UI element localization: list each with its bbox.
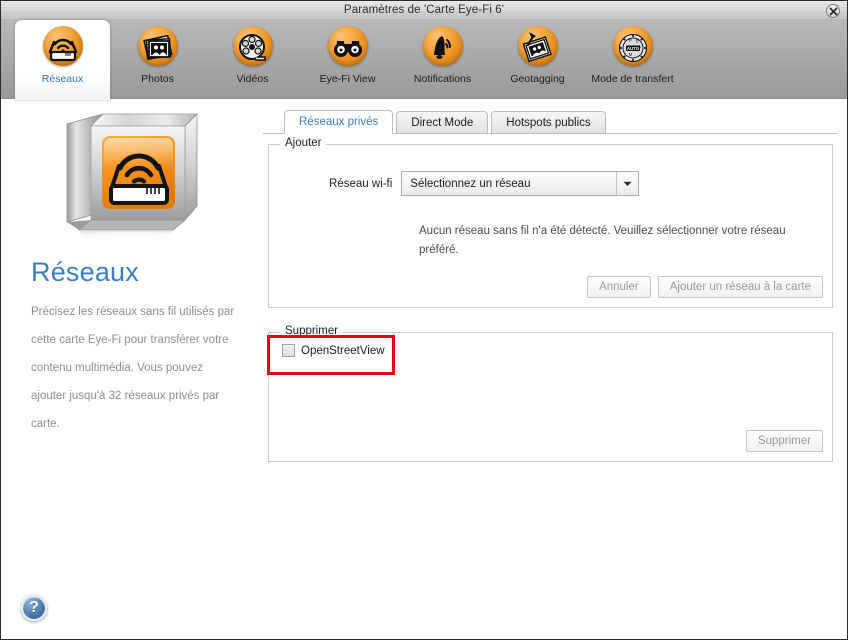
pinned-photo-icon	[516, 26, 560, 70]
tab-reseaux-prives[interactable]: Réseaux privés	[284, 110, 394, 134]
film-reel-icon	[231, 26, 275, 70]
toolbar-label: Photos	[141, 73, 174, 85]
toolbar-item-notifications[interactable]: Notifications	[395, 20, 490, 99]
remove-button[interactable]: Supprimer	[745, 430, 823, 452]
main-toolbar: Réseaux Photos Vidéos Eye-Fi View Notifi…	[1, 20, 847, 100]
close-icon	[829, 7, 837, 15]
bell-icon	[421, 26, 465, 70]
wifi-network-selected-value: Sélectionnez un réseau	[410, 177, 531, 190]
remove-network-group: Supprimer OpenStreetView Supprimer	[268, 325, 833, 462]
toolbar-item-reseaux[interactable]: Réseaux	[15, 20, 110, 100]
sidebar-panel: Réseaux Précisez les réseaux sans fil ut…	[1, 99, 263, 639]
wifi-network-select[interactable]: Sélectionnez un réseau	[401, 171, 640, 196]
tab-label: Direct Mode	[411, 116, 474, 129]
toolbar-item-mode-transfert[interactable]: AUTO P S A M Mode de transfert	[585, 20, 680, 99]
wifi-network-label: Réseau wi-fi	[329, 177, 393, 190]
title-bar: Paramètres de 'Carte Eye-Fi 6'	[1, 1, 847, 20]
wifi-network-field-row: Réseau wi-fi Sélectionnez un réseau	[269, 171, 832, 196]
add-group-buttons: Annuler Ajouter un réseau à la carte	[587, 276, 823, 298]
network-list-item[interactable]: OpenStreetView	[269, 333, 832, 357]
toolbar-item-videos[interactable]: Vidéos	[205, 20, 300, 99]
sidebar-description: Précisez les réseaux sans fil utilisés p…	[31, 306, 235, 430]
toolbar-label: Vidéos	[236, 73, 269, 85]
toolbar-item-eyefi-view[interactable]: Eye-Fi View	[300, 20, 395, 99]
cancel-button[interactable]: Annuler	[587, 276, 651, 298]
tab-label: Réseaux privés	[299, 116, 379, 128]
photos-stack-icon	[136, 26, 180, 70]
toolbar-item-photos[interactable]: Photos	[110, 20, 205, 99]
window-title: Paramètres de 'Carte Eye-Fi 6'	[343, 4, 505, 16]
chevron-down-icon	[616, 172, 638, 195]
toolbar-label: Mode de transfert	[591, 73, 674, 85]
window-body: Réseaux Précisez les réseaux sans fil ut…	[1, 99, 847, 639]
no-network-hint: Aucun réseau sans fil n'a été détecté. V…	[419, 225, 786, 256]
tab-hotspots-publics[interactable]: Hotspots publics	[491, 111, 606, 134]
toolbar-label: Réseaux	[41, 73, 84, 85]
add-network-button[interactable]: Ajouter un réseau à la carte	[657, 276, 823, 298]
toolbar-label: Notifications	[413, 73, 472, 85]
close-button[interactable]	[826, 4, 840, 18]
svg-text:M: M	[628, 52, 632, 57]
svg-text:S: S	[635, 39, 638, 44]
binoculars-icon	[326, 26, 370, 70]
page-title: Réseaux	[31, 257, 139, 287]
wifi-router-icon	[41, 26, 85, 70]
add-group-legend: Ajouter	[280, 137, 327, 149]
toolbar-label: Geotagging	[510, 73, 565, 85]
tab-label: Hotspots publics	[506, 116, 591, 129]
tab-direct-mode[interactable]: Direct Mode	[396, 111, 489, 134]
mode-dial-icon: AUTO P S A M	[611, 26, 655, 70]
tab-bar: Réseaux privés Direct Mode Hotspots publ…	[263, 110, 837, 134]
remove-group-buttons: Supprimer	[745, 430, 823, 452]
wifi-router-3d-icon	[66, 113, 198, 244]
svg-text:A: A	[638, 44, 641, 49]
network-name-label: OpenStreetView	[301, 344, 385, 357]
add-network-group: Ajouter Réseau wi-fi Sélectionnez un rés…	[268, 137, 833, 308]
sidebar-hero-icon-wrap	[23, 107, 241, 247]
remove-group-legend: Supprimer	[280, 325, 344, 337]
toolbar-item-geotagging[interactable]: Geotagging	[490, 20, 585, 99]
settings-window: Paramètres de 'Carte Eye-Fi 6' Réseaux P…	[0, 0, 848, 640]
content-panel: Réseaux privés Direct Mode Hotspots publ…	[263, 99, 847, 639]
network-checkbox[interactable]	[282, 344, 295, 357]
help-icon: ?	[29, 599, 39, 616]
help-button[interactable]: ?	[21, 595, 47, 621]
toolbar-label: Eye-Fi View	[319, 73, 376, 85]
svg-text:P: P	[629, 38, 632, 43]
